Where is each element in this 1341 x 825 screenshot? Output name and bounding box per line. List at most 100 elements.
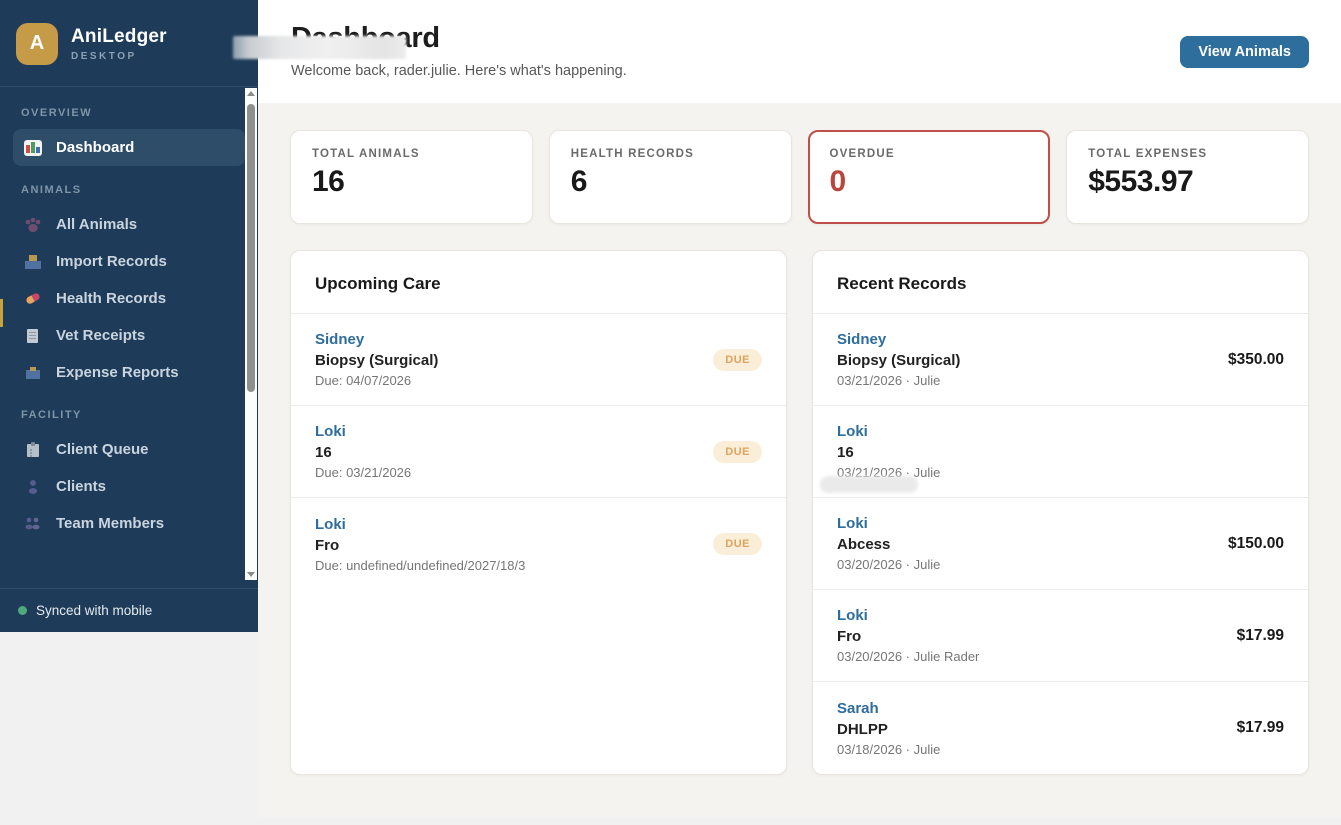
sync-status-text: Synced with mobile (36, 603, 152, 618)
treatment-name: Abcess (837, 536, 940, 553)
sidebar-item-label: Team Members (56, 515, 164, 532)
treatment-name: DHLPP (837, 721, 940, 738)
care-row[interactable]: Loki Fro Due: undefined/undefined/2027/1… (291, 498, 786, 590)
treatment-name: Biopsy (Surgical) (315, 352, 438, 369)
sidebar-item-label: Expense Reports (56, 364, 179, 381)
stat-label: TOTAL ANIMALS (312, 148, 511, 160)
stat-card: TOTAL EXPENSES $553.97 (1066, 130, 1309, 224)
nav-section-label: FACILITY (21, 409, 237, 421)
animal-name-link[interactable]: Loki (315, 423, 411, 440)
sidebar-item-label: Import Records (56, 253, 167, 270)
stats-row: TOTAL ANIMALS 16 HEALTH RECORDS 6 OVERDU… (290, 130, 1309, 224)
panels-row: Upcoming Care Sidney Biopsy (Surgical) D… (290, 250, 1309, 775)
record-meta: 03/21/2026 · Julie (837, 373, 960, 388)
animal-name-link[interactable]: Loki (837, 607, 979, 624)
due-badge: DUE (713, 349, 762, 371)
briefcase-icon (24, 365, 42, 381)
sync-status-dot-icon (18, 606, 27, 615)
record-meta: 03/18/2026 · Julie (837, 742, 940, 757)
care-row[interactable]: Loki 16 Due: 03/21/2026 DUE (291, 406, 786, 498)
stat-label: OVERDUE (830, 148, 1029, 160)
view-animals-button[interactable]: View Animals (1180, 36, 1309, 68)
person-icon (24, 479, 42, 495)
record-row[interactable]: Loki Fro 03/20/2026 · Julie Rader $17.99 (813, 590, 1308, 682)
paw-icon (24, 217, 42, 233)
animal-name-link[interactable]: Sidney (837, 331, 960, 348)
animal-name-link[interactable]: Sidney (315, 331, 438, 348)
sidebar-item-label: Health Records (56, 290, 166, 307)
inbox-tray-icon (24, 254, 42, 270)
sidebar-item-label: Vet Receipts (56, 327, 145, 344)
sidebar-scrollbar[interactable] (245, 88, 257, 580)
stat-value: 0 (830, 165, 1029, 199)
due-date: Due: 03/21/2026 (315, 465, 411, 480)
sidebar-item-expense-reports[interactable]: Expense Reports (13, 354, 245, 391)
record-amount: $17.99 (1237, 719, 1284, 737)
sidebar-item-label: Dashboard (56, 139, 134, 156)
record-row[interactable]: Sarah DHLPP 03/18/2026 · Julie $17.99 (813, 682, 1308, 774)
sidebar-item-label: Clients (56, 478, 106, 495)
nav-section-animals: ANIMALS All Animals Import Records Healt… (13, 184, 245, 391)
redaction-smudge (233, 36, 406, 59)
stat-value: 6 (571, 165, 770, 199)
animal-name-link[interactable]: Loki (837, 515, 940, 532)
sidebar-item-clients[interactable]: Clients (13, 468, 245, 505)
record-row[interactable]: Loki Abcess 03/20/2026 · Julie $150.00 (813, 498, 1308, 590)
treatment-name: Fro (837, 628, 979, 645)
due-date: Due: undefined/undefined/2027/18/3 (315, 558, 525, 573)
treatment-name: 16 (837, 444, 940, 461)
record-meta: 03/20/2026 · Julie Rader (837, 649, 979, 664)
sidebar-item-label: All Animals (56, 216, 137, 233)
treatment-name: Fro (315, 537, 525, 554)
receipt-icon (24, 328, 42, 344)
care-row[interactable]: Sidney Biopsy (Surgical) Due: 04/07/2026… (291, 314, 786, 406)
animal-name-link[interactable]: Sarah (837, 700, 940, 717)
pill-icon (24, 291, 42, 307)
stat-label: HEALTH RECORDS (571, 148, 770, 160)
stat-value: 16 (312, 165, 511, 199)
stat-label: TOTAL EXPENSES (1088, 148, 1287, 160)
record-row[interactable]: Sidney Biopsy (Surgical) 03/21/2026 · Ju… (813, 314, 1308, 406)
clipboard-icon (24, 442, 42, 458)
nav-section-overview: OVERVIEW Dashboard (13, 107, 245, 166)
stat-card: HEALTH RECORDS 6 (549, 130, 792, 224)
record-amount: $17.99 (1237, 627, 1284, 645)
sidebar-item-all-animals[interactable]: All Animals (13, 206, 245, 243)
record-meta: 03/20/2026 · Julie (837, 557, 940, 572)
treatment-name: Biopsy (Surgical) (837, 352, 960, 369)
scroll-down-icon[interactable] (245, 568, 257, 580)
page-header: Dashboard Welcome back, rader.julie. Her… (258, 0, 1341, 103)
stat-card: OVERDUE 0 (808, 130, 1051, 224)
sidebar: A AniLedger DESKTOP OVERVIEW Dashboard A… (0, 0, 258, 632)
sidebar-nav: OVERVIEW Dashboard ANIMALS All Animals (0, 87, 258, 542)
sidebar-item-label: Client Queue (56, 441, 149, 458)
sidebar-item-import-records[interactable]: Import Records (13, 243, 245, 280)
sync-status: Synced with mobile (0, 588, 258, 632)
treatment-name: 16 (315, 444, 411, 461)
animal-name-link[interactable]: Loki (315, 516, 525, 533)
redaction-smudge (820, 476, 918, 493)
animal-name-link[interactable]: Loki (837, 423, 940, 440)
app-window: A AniLedger DESKTOP OVERVIEW Dashboard A… (0, 0, 1341, 825)
sidebar-item-client-queue[interactable]: Client Queue (13, 431, 245, 468)
sidebar-item-vet-receipts[interactable]: Vet Receipts (13, 317, 245, 354)
stat-value: $553.97 (1088, 165, 1287, 199)
edge-artifact (0, 299, 3, 327)
scroll-up-icon[interactable] (245, 88, 257, 100)
record-amount: $350.00 (1228, 351, 1284, 369)
sidebar-item-dashboard[interactable]: Dashboard (13, 129, 245, 166)
app-name: AniLedger (71, 26, 167, 48)
scrollbar-thumb[interactable] (247, 104, 255, 392)
sidebar-item-team-members[interactable]: Team Members (13, 505, 245, 542)
dashboard-content: TOTAL ANIMALS 16 HEALTH RECORDS 6 OVERDU… (258, 103, 1341, 817)
nav-section-label: ANIMALS (21, 184, 237, 196)
nav-section-facility: FACILITY Client Queue Clients Team Membe… (13, 409, 245, 542)
app-logo-icon: A (16, 23, 58, 65)
recent-records-panel: Recent Records Sidney Biopsy (Surgical) … (812, 250, 1309, 775)
panel-title: Recent Records (813, 251, 1308, 314)
panel-title: Upcoming Care (291, 251, 786, 314)
bar-chart-icon (24, 140, 42, 156)
record-amount: $150.00 (1228, 535, 1284, 553)
sidebar-item-health-records[interactable]: Health Records (13, 280, 245, 317)
people-icon (24, 516, 42, 532)
